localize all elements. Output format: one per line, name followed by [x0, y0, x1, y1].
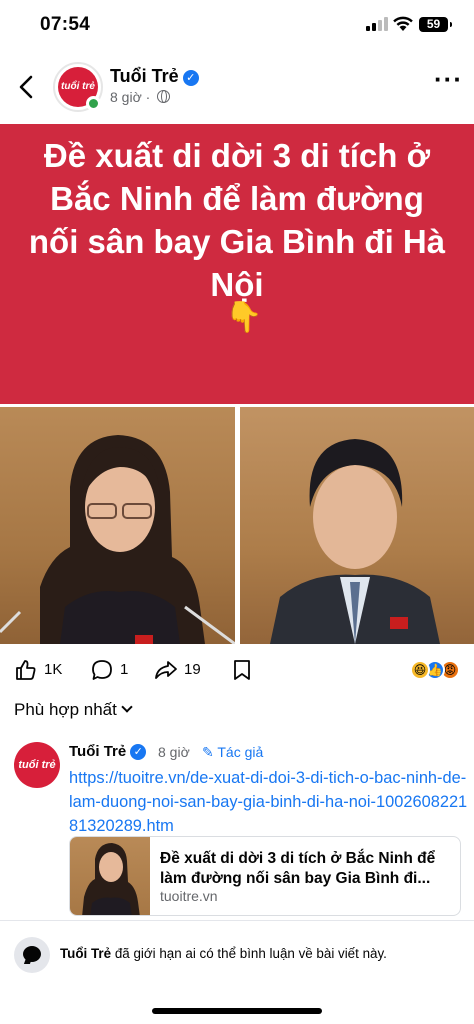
post-meta: 8 giờ · — [110, 89, 171, 105]
man-portrait — [270, 439, 440, 644]
author-badge-label: Tác giả — [217, 744, 264, 760]
share-button[interactable]: 19 — [154, 658, 210, 682]
photo-woman-speaker[interactable] — [0, 407, 235, 644]
chevron-down-icon — [121, 701, 133, 713]
preview-thumbnail — [70, 837, 150, 915]
comment-item: tuổi trẻ Tuổi Trẻ ✓ 8 giờ ✎ Tác giả https… — [0, 738, 474, 920]
commenter-name[interactable]: Tuổi Trẻ ✓ — [69, 743, 147, 760]
wifi-icon — [393, 16, 413, 31]
post-time[interactable]: 8 giờ — [110, 89, 142, 105]
page-name-text[interactable]: Tuổi Trẻ — [110, 66, 179, 86]
comment-sort-dropdown[interactable]: Phù hợp nhất — [14, 700, 133, 720]
notice-message: đã giới hạn ai có thể bình luận về bài v… — [114, 946, 387, 961]
reaction-summary[interactable]: 😆 👍 😡 — [410, 660, 460, 682]
status-time: 07:54 — [40, 14, 91, 35]
preview-portrait — [82, 843, 140, 915]
commenter-name-text[interactable]: Tuổi Trẻ — [69, 743, 126, 760]
comment-bubble-icon — [92, 660, 112, 680]
pointing-down-icon: 👇 — [225, 301, 263, 334]
verified-badge-icon: ✓ — [130, 744, 147, 760]
globe-icon — [157, 90, 171, 103]
post-actions: 1K 1 19 😆 👍 😡 — [0, 650, 474, 692]
online-status-dot — [86, 96, 101, 111]
sort-label: Phù hợp nhất — [14, 700, 117, 719]
author-badge: ✎ Tác giả — [202, 744, 263, 761]
bookmark-icon — [234, 660, 250, 680]
notice-page-name: Tuổi Trẻ — [60, 946, 112, 961]
preview-title: Đề xuất di dời 3 di tích ở Bắc Ninh để l… — [160, 850, 436, 887]
banner-title: Đề xuất di dời 3 di tích ở Bắc Ninh để l… — [28, 137, 446, 303]
comment-time: 8 giờ — [158, 744, 190, 760]
commenter-avatar[interactable]: tuổi trẻ — [14, 742, 60, 788]
woman-portrait — [0, 435, 235, 644]
comment-link[interactable]: https://tuoitre.vn/de-xuat-di-doi-3-di-t… — [69, 766, 469, 838]
comment-count: 1 — [120, 661, 129, 678]
like-count: 1K — [44, 661, 63, 678]
more-options-button[interactable]: ··· — [434, 66, 462, 96]
battery-icon: 59 — [419, 17, 452, 32]
like-button[interactable]: 1K — [14, 658, 74, 682]
link-preview-card[interactable]: Đề xuất di dời 3 di tích ở Bắc Ninh để l… — [69, 836, 461, 916]
haha-reaction-icon: 😆 — [410, 660, 430, 680]
share-count: 19 — [184, 661, 201, 678]
save-button[interactable] — [230, 658, 254, 682]
share-arrow-icon — [155, 661, 177, 679]
preview-domain: tuoitre.vn — [160, 888, 218, 904]
comment-restriction-notice: Tuổi Trẻ đã giới hạn ai có thể bình luận… — [0, 920, 474, 986]
cellular-signal-icon — [366, 17, 388, 31]
thumbs-up-icon — [16, 660, 36, 680]
photo-man-speaker[interactable] — [240, 407, 474, 644]
post-banner[interactable]: Đề xuất di dời 3 di tích ở Bắc Ninh để l… — [0, 124, 474, 404]
home-indicator[interactable] — [152, 1008, 322, 1014]
page-name[interactable]: Tuổi Trẻ ✓ — [110, 66, 199, 87]
verified-badge-icon: ✓ — [182, 70, 199, 86]
notice-text: Tuổi Trẻ đã giới hạn ai có thể bình luận… — [60, 946, 387, 961]
comment-button[interactable]: 1 — [90, 658, 134, 682]
post-photos — [0, 407, 474, 644]
status-bar: 07:54 59 — [0, 0, 474, 52]
back-arrow-icon[interactable] — [14, 72, 40, 102]
post-header: tuổi trẻ Tuổi Trẻ ✓ 8 giờ · ··· — [0, 58, 474, 120]
pencil-icon: ✎ — [202, 744, 218, 760]
comment-restricted-icon — [14, 937, 50, 973]
